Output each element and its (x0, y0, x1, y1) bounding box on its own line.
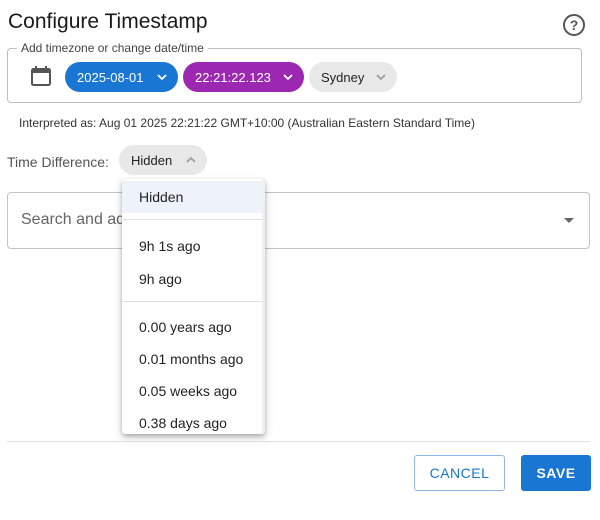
menu-divider (122, 219, 262, 220)
date-chip-label: 2025-08-01 (77, 69, 144, 85)
menu-scrollbar[interactable] (262, 179, 265, 434)
menu-item-hidden[interactable]: Hidden (122, 181, 262, 213)
cancel-button[interactable]: CANCEL (414, 455, 505, 491)
time-chip[interactable]: 22:21:22.123 (183, 62, 304, 92)
time-chip-label: 22:21:22.123 (195, 69, 271, 85)
menu-item-months-ago[interactable]: 0.01 months ago (122, 343, 262, 375)
menu-item-years-ago[interactable]: 0.00 years ago (122, 311, 262, 343)
date-chip[interactable]: 2025-08-01 (65, 62, 178, 92)
timezone-chip[interactable]: Sydney (309, 62, 397, 92)
save-button[interactable]: SAVE (521, 455, 591, 491)
search-autocomplete[interactable]: Search and ads (7, 192, 590, 249)
chevron-down-icon (157, 74, 167, 81)
menu-divider (122, 301, 262, 302)
timestamp-legend: Add timezone or change date/time (21, 41, 204, 55)
menu-item-9h-ago[interactable]: 9h ago (122, 263, 262, 295)
chevron-down-icon (376, 74, 386, 81)
search-placeholder-left: Search and ad (21, 211, 126, 228)
timezone-chip-label: Sydney (321, 69, 365, 85)
interpreted-text: Interpreted as: Aug 01 2025 22:21:22 GMT… (19, 116, 475, 130)
chevron-up-icon (186, 156, 196, 163)
menu-item-9h-1s-ago[interactable]: 9h 1s ago (122, 230, 262, 262)
time-difference-chip-label: Hidden (131, 152, 173, 168)
dropdown-arrow-icon[interactable] (564, 218, 574, 223)
chevron-down-icon (283, 74, 293, 81)
time-difference-menu: Hidden 9h 1s ago 9h ago 0.00 years ago 0… (122, 179, 265, 434)
menu-item-days-ago[interactable]: 0.38 days ago (122, 407, 262, 434)
dialog-title: Configure Timestamp (8, 10, 208, 33)
time-difference-chip[interactable]: Hidden (119, 145, 207, 175)
time-difference-label: Time Difference: (7, 154, 109, 170)
calendar-icon[interactable] (31, 66, 51, 86)
menu-item-weeks-ago[interactable]: 0.05 weeks ago (122, 375, 262, 407)
footer-divider (7, 441, 590, 442)
help-icon[interactable]: ? (563, 14, 585, 36)
